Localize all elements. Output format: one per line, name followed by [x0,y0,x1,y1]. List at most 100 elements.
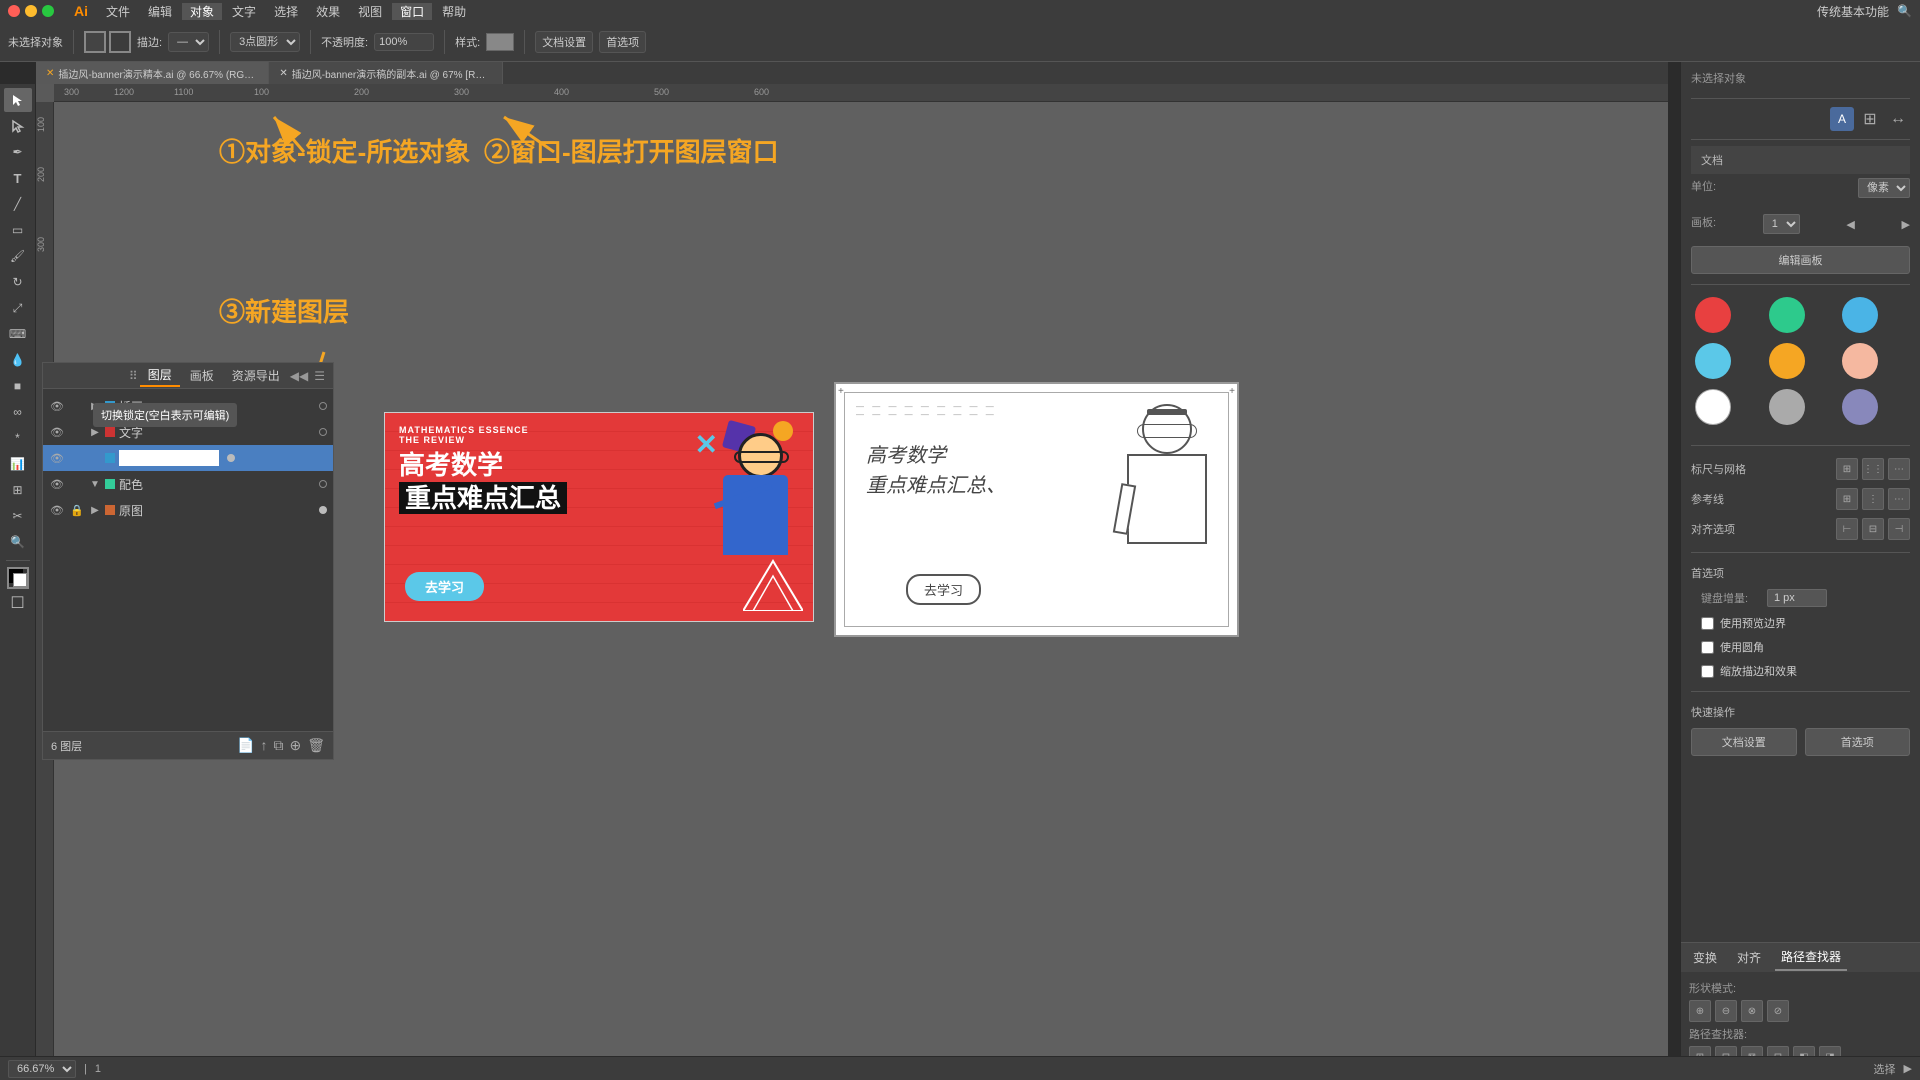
line-tool[interactable]: ╱ [4,192,32,216]
tab-1-close[interactable]: ✕ [46,68,54,79]
rotate-tool[interactable]: ↻ [4,270,32,294]
move-layer-btn[interactable]: ↑ [260,737,267,754]
close-button[interactable] [8,5,20,17]
menu-item-view[interactable]: 视图 [350,3,390,20]
pathfinder-tab[interactable]: 路径查找器 [1775,944,1847,971]
guide-icon-2[interactable]: ⋮ [1862,488,1884,510]
align-right-icon[interactable]: ⊣ [1888,518,1910,540]
eyedropper-tool[interactable]: 💧 [4,348,32,372]
shape-intersect[interactable]: ⊗ [1741,1000,1763,1022]
fullscreen-button[interactable] [42,5,54,17]
status-play[interactable]: ▶ [1904,1062,1912,1075]
style-swatch[interactable] [486,33,514,51]
layer-lock-chuhua[interactable]: 🔒 [69,398,85,414]
layer-lock-peise[interactable]: 🔒 [69,476,85,492]
menu-item-edit[interactable]: 编辑 [140,3,180,20]
kb-increment-input[interactable]: 1 px [1767,589,1827,607]
rect-tool[interactable]: ▭ [4,218,32,242]
swatch-purplegray[interactable] [1842,389,1878,425]
grid-icon-1[interactable]: ⊞ [1836,458,1858,480]
layer-eye-peise[interactable]: 👁 [49,476,65,492]
round-corner-checkbox[interactable] [1701,641,1714,654]
blend-tool[interactable]: ∞ [4,400,32,424]
duplicate-layer-btn[interactable]: ⧉ [273,737,283,754]
search-icon[interactable]: 🔍 [1897,4,1912,18]
layer-row-editing[interactable]: 👁 🔒 切换锁定(空白表示可编辑) [43,445,333,471]
new-layer-btn[interactable]: 📄 [237,737,254,754]
layer-expand-yuantu[interactable]: ▶ [89,505,101,516]
swatch-blue[interactable] [1842,297,1878,333]
artboard-tab[interactable]: 画板 [182,365,222,386]
menu-item-file[interactable]: 文件 [98,3,138,20]
layer-name-input[interactable] [119,450,219,466]
stroke-color-box[interactable] [109,31,131,53]
merge-layer-btn[interactable]: ⊕ [289,737,301,754]
panel-collapse[interactable]: ◀◀ [290,369,308,383]
menu-item-effect[interactable]: 效果 [308,3,348,20]
unit-select[interactable]: 像素 [1858,178,1910,198]
slice-tool[interactable]: ✂ [4,504,32,528]
zoom-select[interactable]: 66.67% [8,1060,76,1078]
shape-unite[interactable]: ⊕ [1689,1000,1711,1022]
brush-tool[interactable]: 🖌 [4,244,32,268]
minimize-button[interactable] [25,5,37,17]
guide-icon-1[interactable]: ⊞ [1836,488,1858,510]
prop-icon-2[interactable]: ⊞ [1858,107,1882,131]
shape-minus[interactable]: ⊖ [1715,1000,1737,1022]
layer-lock-editing[interactable]: 🔒 [69,450,85,466]
artboard-tool[interactable]: ⊞ [4,478,32,502]
swatch-lightblue[interactable] [1695,343,1731,379]
quick-prefs-btn[interactable]: 首选项 [1805,728,1911,756]
layer-expand-peise[interactable]: ▼ [89,479,101,490]
stroke-select[interactable]: — [168,32,209,52]
zoom-tool[interactable]: 🔍 [4,530,32,554]
layer-eye-editing[interactable]: 👁 [49,450,65,466]
type-tool[interactable]: T [4,166,32,190]
edit-artboard-button[interactable]: 编辑画板 [1691,246,1910,274]
align-left-icon[interactable]: ⊢ [1836,518,1858,540]
asset-export-tab[interactable]: 资源导出 [224,365,288,386]
tab-1[interactable]: ✕ 插边风-banner演示精本.ai @ 66.67% (RGB/GPU 预览… [36,62,269,84]
artboard-nav-prev[interactable]: ◀ [1846,218,1854,231]
layer-row-peise[interactable]: 👁 🔒 ▼ 配色 [43,471,333,497]
rasterize-checkbox[interactable] [1701,665,1714,678]
direct-select-tool[interactable] [4,114,32,138]
tab-2[interactable]: ✕ 插边风-banner演示稿的副本.ai @ 67% [RGB/GPU 预览] [269,62,502,84]
menu-item-help[interactable]: 帮助 [434,3,474,20]
align-center-icon[interactable]: ⊟ [1862,518,1884,540]
snap-bounds-checkbox[interactable] [1701,617,1714,630]
swatch-teal[interactable] [1769,297,1805,333]
menu-item-type[interactable]: 文字 [224,3,264,20]
opacity-input[interactable] [374,33,434,51]
menu-item-window[interactable]: 窗口 [392,3,432,20]
layer-eye-wenzi[interactable]: 👁 [49,424,65,440]
artboard-nav-next[interactable]: ▶ [1902,218,1910,231]
swatch-white[interactable] [1695,389,1731,425]
prop-icon-3[interactable]: ↔ [1886,107,1910,131]
warp-tool[interactable]: ⌨ [4,322,32,346]
shape-exclude[interactable]: ⊘ [1767,1000,1789,1022]
artboard-select[interactable]: 1 [1763,214,1800,234]
menu-item-select[interactable]: 选择 [266,3,306,20]
select-tool[interactable] [4,88,32,112]
layer-eye-yuantu[interactable]: 👁 [49,502,65,518]
grid-icon-3[interactable]: ⋯ [1888,458,1910,480]
align-tab[interactable]: 对齐 [1731,945,1767,970]
guide-icon-3[interactable]: ⋯ [1888,488,1910,510]
layer-lock-wenzi[interactable]: 🔒 [69,424,85,440]
pen-tool[interactable]: ✒ [4,140,32,164]
fill-tool[interactable] [7,567,29,589]
swatch-red[interactable] [1695,297,1731,333]
corners-select[interactable]: 3点圆形 [230,32,300,52]
layers-tab[interactable]: 图层 [140,364,180,387]
quick-doc-settings-btn[interactable]: 文档设置 [1691,728,1797,756]
drawing-mode[interactable]: ☐ [4,591,32,615]
menu-item-object[interactable]: 对象 [182,3,222,20]
symbol-tool[interactable]: * [4,426,32,450]
layer-row-yuantu[interactable]: 👁 🔒 ▶ 原图 [43,497,333,523]
swatch-gray[interactable] [1769,389,1805,425]
fill-color-box[interactable] [84,31,106,53]
scale-tool[interactable]: ⤢ [4,296,32,320]
bar-graph-tool[interactable]: 📊 [4,452,32,476]
swatch-peach[interactable] [1842,343,1878,379]
